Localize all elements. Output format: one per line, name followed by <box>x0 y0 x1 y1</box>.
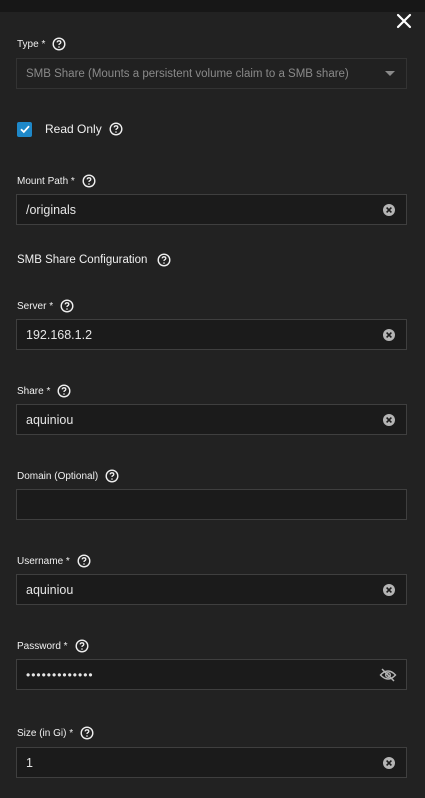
smb-section-title: SMB Share Configuration <box>17 252 171 268</box>
clear-icon[interactable] <box>382 413 396 427</box>
mount-path-input[interactable]: /originals <box>16 194 407 225</box>
top-bar <box>0 0 425 12</box>
help-icon[interactable] <box>80 726 94 740</box>
server-label-text: Server * <box>17 300 54 312</box>
size-input[interactable]: 1 <box>16 747 407 778</box>
username-input[interactable]: aquiniou <box>16 574 407 605</box>
read-only-checkbox[interactable] <box>17 121 32 137</box>
type-select[interactable]: SMB Share (Mounts a persistent volume cl… <box>16 58 407 89</box>
type-select-value: SMB Share (Mounts a persistent volume cl… <box>26 67 349 80</box>
mount-path-label-text: Mount Path * <box>17 175 75 187</box>
username-label-text: Username * <box>17 555 70 567</box>
domain-input[interactable] <box>16 489 407 520</box>
server-value: 192.168.1.2 <box>26 327 93 342</box>
password-label: Password * <box>17 638 89 654</box>
share-value: aquiniou <box>26 412 74 427</box>
server-label: Server * <box>17 298 74 314</box>
read-only-label: Read Only <box>45 122 102 136</box>
mount-path-value: /originals <box>26 202 77 217</box>
size-label-text: Size (in Gi) * <box>17 727 74 739</box>
mount-path-label: Mount Path * <box>17 173 96 189</box>
help-icon[interactable] <box>75 639 89 653</box>
check-icon <box>19 125 30 134</box>
help-icon[interactable] <box>157 253 171 267</box>
clear-icon[interactable] <box>382 328 396 342</box>
clear-icon[interactable] <box>382 583 396 597</box>
help-icon[interactable] <box>52 37 66 51</box>
server-input[interactable]: 192.168.1.2 <box>16 319 407 350</box>
share-label: Share * <box>17 383 71 399</box>
username-value: aquiniou <box>26 582 74 597</box>
help-icon[interactable] <box>105 469 119 483</box>
close-button[interactable] <box>393 10 415 32</box>
help-icon[interactable] <box>57 384 71 398</box>
password-label-text: Password * <box>17 640 68 652</box>
share-label-text: Share * <box>17 385 51 397</box>
chevron-down-icon <box>385 71 395 76</box>
domain-label-text: Domain (Optional) <box>17 470 99 482</box>
username-label: Username * <box>17 553 91 569</box>
size-label: Size (in Gi) * <box>17 725 94 741</box>
clear-icon[interactable] <box>382 203 396 217</box>
clear-icon[interactable] <box>382 756 396 770</box>
help-icon[interactable] <box>60 299 74 313</box>
smb-section-title-text: SMB Share Configuration <box>17 254 148 266</box>
size-value: 1 <box>26 755 33 770</box>
domain-label: Domain (Optional) <box>17 468 119 484</box>
type-label: Type * <box>17 36 66 52</box>
type-label-text: Type * <box>17 38 46 50</box>
password-input[interactable]: ••••••••••••• <box>16 659 407 690</box>
close-icon <box>396 13 412 29</box>
help-icon[interactable] <box>77 554 91 568</box>
password-value: ••••••••••••• <box>26 667 94 682</box>
help-icon[interactable] <box>109 122 123 136</box>
read-only-row: Read Only <box>17 120 123 138</box>
share-input[interactable]: aquiniou <box>16 404 407 435</box>
eye-off-icon[interactable] <box>379 667 397 682</box>
help-icon[interactable] <box>82 174 96 188</box>
